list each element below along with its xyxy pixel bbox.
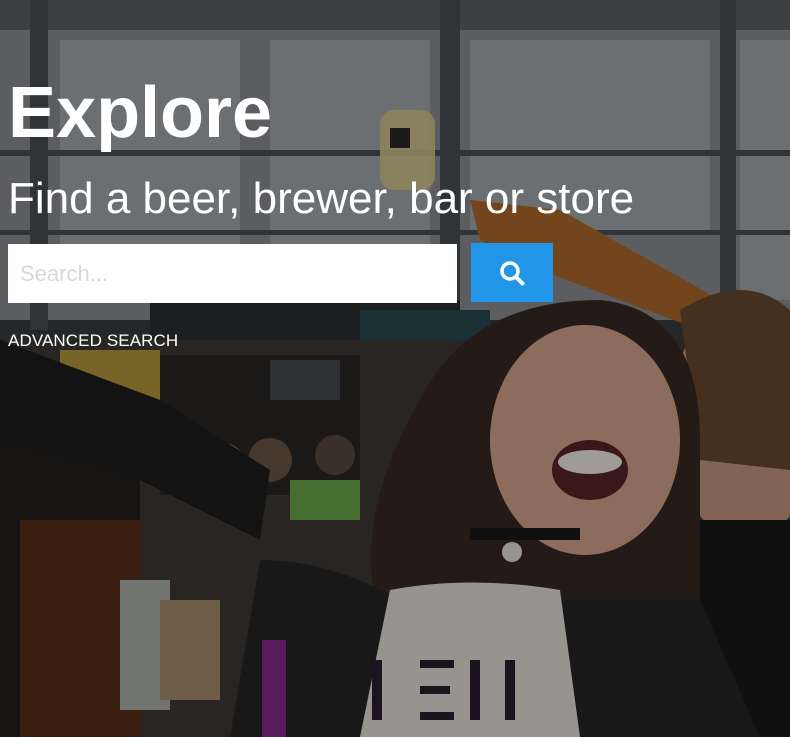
hero-section: Explore Find a beer, brewer, bar or stor… [0, 0, 790, 737]
hero-content: Explore Find a beer, brewer, bar or stor… [0, 0, 790, 737]
search-icon [500, 260, 525, 285]
search-input[interactable] [8, 244, 457, 303]
page-subtitle: Find a beer, brewer, bar or store [8, 174, 635, 223]
page-title: Explore [8, 73, 273, 153]
search-button[interactable] [471, 243, 553, 302]
advanced-search-link[interactable]: ADVANCED SEARCH [8, 331, 178, 351]
